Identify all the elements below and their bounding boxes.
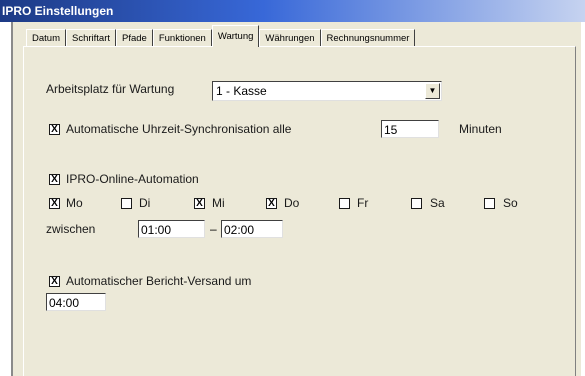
window-title: IPRO Einstellungen bbox=[0, 0, 585, 22]
online-label: IPRO-Online-Automation bbox=[66, 172, 199, 186]
day-sa-checkbox[interactable] bbox=[411, 198, 422, 209]
tab-datum[interactable]: Datum bbox=[26, 29, 66, 47]
dropdown-arrow-icon[interactable]: ▼ bbox=[425, 83, 440, 99]
day-so-checkbox[interactable] bbox=[484, 198, 495, 209]
tab-rechnungsnummer[interactable]: Rechnungsnummer bbox=[320, 29, 416, 47]
day-di-checkbox[interactable] bbox=[121, 198, 132, 209]
day-sa-label: Sa bbox=[430, 196, 445, 210]
tab-funktionen[interactable]: Funktionen bbox=[152, 29, 212, 47]
day-fr-checkbox[interactable] bbox=[339, 198, 350, 209]
day-mi-label: Mi bbox=[212, 196, 225, 210]
to-time-input[interactable]: 02:00 bbox=[221, 220, 283, 238]
day-mo-label: Mo bbox=[66, 196, 83, 210]
day-di-label: Di bbox=[139, 196, 151, 210]
tab-strip: Datum Schriftart Pfade Funktionen Wartun… bbox=[26, 25, 416, 47]
day-fr-label: Fr bbox=[357, 196, 369, 210]
bericht-label: Automatischer Bericht-Versand um bbox=[66, 274, 252, 288]
sync-label: Automatische Uhrzeit-Synchronisation all… bbox=[66, 122, 292, 136]
tab-pfade[interactable]: Pfade bbox=[116, 29, 153, 47]
bericht-checkbox[interactable]: X bbox=[49, 276, 60, 287]
arbeitsplatz-value: 1 - Kasse bbox=[216, 84, 267, 98]
day-mi-checkbox[interactable]: X bbox=[194, 198, 205, 209]
tab-waehrungen[interactable]: Währungen bbox=[259, 29, 321, 47]
wartung-panel: Arbeitsplatz für Wartung 1 - Kasse ▼ X A… bbox=[23, 46, 576, 376]
tab-wartung[interactable]: Wartung bbox=[211, 25, 260, 47]
time-range-dash: – bbox=[210, 222, 217, 236]
sync-minutes-input[interactable]: 15 bbox=[381, 120, 439, 138]
day-mo-checkbox[interactable]: X bbox=[49, 198, 60, 209]
zwischen-label: zwischen bbox=[46, 222, 96, 236]
day-do-checkbox[interactable]: X bbox=[266, 198, 277, 209]
minuten-label: Minuten bbox=[459, 122, 502, 136]
sync-checkbox[interactable]: X bbox=[49, 124, 60, 135]
day-do-label: Do bbox=[284, 196, 300, 210]
bericht-time-input[interactable]: 04:00 bbox=[46, 293, 106, 311]
arbeitsplatz-select[interactable]: 1 - Kasse ▼ bbox=[212, 81, 442, 101]
online-checkbox[interactable]: X bbox=[49, 174, 60, 185]
day-so-label: So bbox=[503, 196, 518, 210]
arbeitsplatz-label: Arbeitsplatz für Wartung bbox=[46, 82, 175, 96]
tab-schriftart[interactable]: Schriftart bbox=[65, 29, 116, 47]
from-time-input[interactable]: 01:00 bbox=[138, 220, 205, 238]
